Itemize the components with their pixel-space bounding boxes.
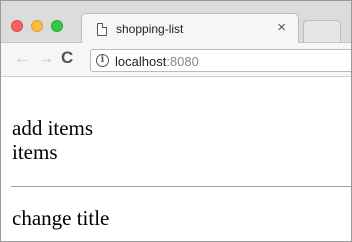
url-host: localhost [115, 54, 167, 69]
items-heading: items [12, 140, 58, 164]
toolbar: ← → C i localhost:8080 [1, 43, 351, 77]
maximize-window-button[interactable] [51, 20, 63, 32]
close-window-button[interactable] [11, 20, 23, 32]
tab-close-icon[interactable]: × [277, 19, 286, 36]
url-text: localhost:8080 [115, 54, 199, 69]
new-tab-button[interactable] [303, 20, 341, 42]
address-bar[interactable]: i localhost:8080 [90, 49, 351, 72]
divider [11, 186, 351, 187]
browser-window: shopping-list × ← → C i localhost:8080 a… [0, 0, 352, 242]
minimize-window-button[interactable] [31, 20, 43, 32]
tab-strip: shopping-list × [1, 1, 351, 44]
tab-title: shopping-list [116, 22, 184, 36]
page-content: add items items change title [1, 78, 351, 241]
add-items-heading: add items [12, 116, 94, 140]
tab-shopping-list[interactable]: shopping-list × [81, 13, 299, 44]
change-title-heading: change title [12, 206, 110, 230]
back-arrow-icon[interactable]: ← [14, 51, 30, 67]
reload-icon[interactable]: C [61, 49, 73, 66]
info-icon[interactable]: i [96, 54, 109, 67]
forward-arrow-icon[interactable]: → [38, 51, 54, 67]
page-icon [97, 23, 107, 36]
url-port: :8080 [166, 54, 199, 69]
